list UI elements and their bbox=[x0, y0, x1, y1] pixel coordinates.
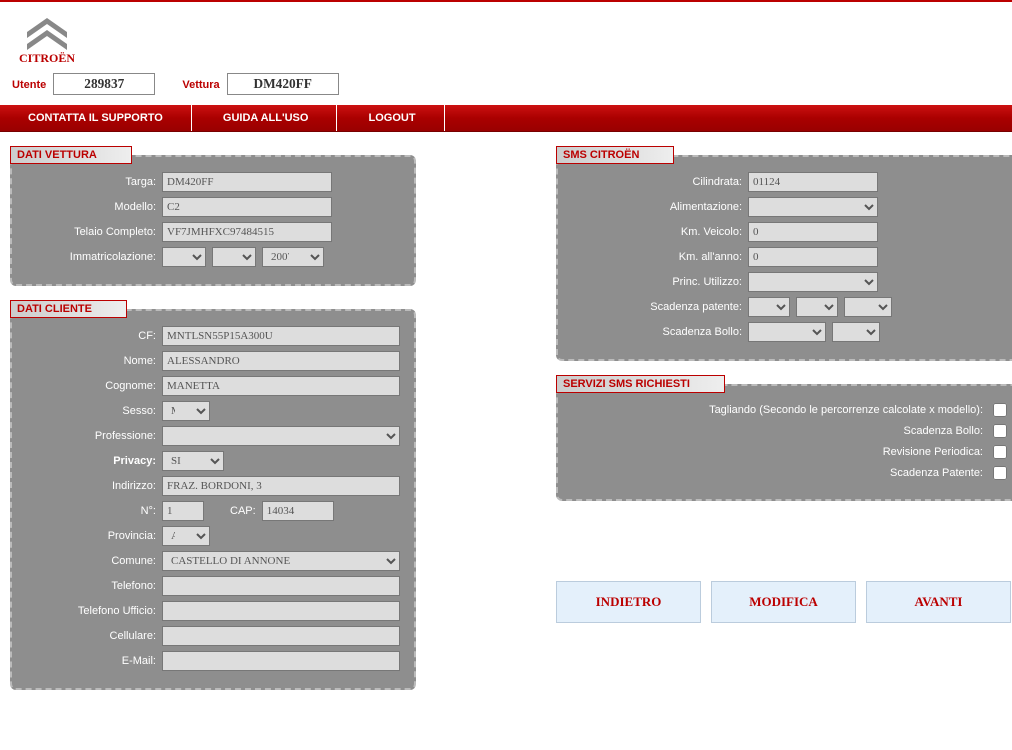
indietro-button[interactable]: INDIETRO bbox=[556, 581, 701, 623]
alim-select[interactable] bbox=[748, 197, 878, 217]
patente-checkbox[interactable] bbox=[993, 466, 1007, 480]
kma-label: Km. all'anno: bbox=[572, 251, 742, 263]
ind-label: Indirizzo: bbox=[26, 480, 156, 492]
telaio-label: Telaio Completo: bbox=[26, 226, 156, 238]
comune-select[interactable]: CASTELLO DI ANNONE bbox=[162, 551, 400, 571]
main-nav: CONTATTA IL SUPPORTO GUIDA ALL'USO LOGOU… bbox=[0, 105, 1012, 132]
nav-guida[interactable]: GUIDA ALL'USO bbox=[195, 105, 338, 131]
privacy-label: Privacy: bbox=[26, 455, 156, 467]
imma-month-select[interactable]: 11 bbox=[212, 247, 256, 267]
n-input[interactable] bbox=[162, 501, 204, 521]
patente-month-select[interactable] bbox=[796, 297, 838, 317]
n-label: N°: bbox=[26, 505, 156, 517]
sesso-label: Sesso: bbox=[26, 405, 156, 417]
cf-label: CF: bbox=[26, 330, 156, 342]
tagliando-label: Tagliando (Secondo le percorrenze calcol… bbox=[709, 404, 983, 416]
sesso-select[interactable]: M bbox=[162, 401, 210, 421]
tel-label: Telefono: bbox=[26, 580, 156, 592]
utente-field[interactable] bbox=[53, 73, 155, 95]
bollo-year-select[interactable] bbox=[832, 322, 880, 342]
targa-input[interactable] bbox=[162, 172, 332, 192]
bollo-label: Scadenza Bollo: bbox=[572, 326, 742, 338]
patente-chk-label: Scadenza Patente: bbox=[890, 467, 983, 479]
nome-label: Nome: bbox=[26, 355, 156, 367]
bollo-month-select[interactable] bbox=[748, 322, 826, 342]
vettura-field[interactable] bbox=[227, 73, 339, 95]
patente-year-select[interactable] bbox=[844, 297, 892, 317]
imma-label: Immatricolazione: bbox=[26, 251, 156, 263]
kma-input[interactable] bbox=[748, 247, 878, 267]
patente-day-select[interactable] bbox=[748, 297, 790, 317]
svg-text:CITROËN: CITROËN bbox=[19, 51, 75, 64]
tagliando-checkbox[interactable] bbox=[993, 403, 1007, 417]
util-select[interactable] bbox=[748, 272, 878, 292]
revisione-checkbox[interactable] bbox=[993, 445, 1007, 459]
utente-label: Utente bbox=[12, 79, 46, 91]
cognome-label: Cognome: bbox=[26, 380, 156, 392]
prof-label: Professione: bbox=[26, 430, 156, 442]
cognome-input[interactable] bbox=[162, 376, 400, 396]
modifica-button[interactable]: MODIFICA bbox=[711, 581, 856, 623]
privacy-select[interactable]: SI bbox=[162, 451, 224, 471]
prov-select[interactable]: AT bbox=[162, 526, 210, 546]
kmv-input[interactable] bbox=[748, 222, 878, 242]
email-label: E-Mail: bbox=[26, 655, 156, 667]
section-title-sms: SMS CITROËN bbox=[556, 146, 674, 164]
email-input[interactable] bbox=[162, 651, 400, 671]
kmv-label: Km. Veicolo: bbox=[572, 226, 742, 238]
cil-label: Cilindrata: bbox=[572, 176, 742, 188]
section-title-cliente: DATI CLIENTE bbox=[10, 300, 127, 318]
patente-label: Scadenza patente: bbox=[572, 301, 742, 313]
cap-input[interactable] bbox=[262, 501, 334, 521]
nav-logout[interactable]: LOGOUT bbox=[341, 105, 445, 131]
panel-servizi: Tagliando (Secondo le percorrenze calcol… bbox=[556, 384, 1012, 501]
imma-year-select[interactable]: 2007 bbox=[262, 247, 324, 267]
panel-vettura: Targa: Modello: Telaio Completo: Immatri… bbox=[10, 155, 416, 286]
bollo-checkbox[interactable] bbox=[993, 424, 1007, 438]
ind-input[interactable] bbox=[162, 476, 400, 496]
bollo-chk-label: Scadenza Bollo: bbox=[904, 425, 984, 437]
cf-input[interactable] bbox=[162, 326, 400, 346]
panel-sms: Cilindrata: Alimentazione: Km. Veicolo: … bbox=[556, 155, 1012, 361]
telaio-input[interactable] bbox=[162, 222, 332, 242]
telu-input[interactable] bbox=[162, 601, 400, 621]
imma-day-select[interactable]: 29 bbox=[162, 247, 206, 267]
revisione-label: Revisione Periodica: bbox=[883, 446, 983, 458]
nome-input[interactable] bbox=[162, 351, 400, 371]
avanti-button[interactable]: AVANTI bbox=[866, 581, 1011, 623]
section-title-vettura: DATI VETTURA bbox=[10, 146, 132, 164]
vettura-label: Vettura bbox=[182, 79, 219, 91]
cell-input[interactable] bbox=[162, 626, 400, 646]
modello-input[interactable] bbox=[162, 197, 332, 217]
panel-cliente: CF: Nome: Cognome: Sesso:M Professione: … bbox=[10, 309, 416, 690]
cil-input[interactable] bbox=[748, 172, 878, 192]
section-title-servizi: SERVIZI SMS RICHIESTI bbox=[556, 375, 725, 393]
alim-label: Alimentazione: bbox=[572, 201, 742, 213]
nav-contatta[interactable]: CONTATTA IL SUPPORTO bbox=[0, 105, 192, 131]
modello-label: Modello: bbox=[26, 201, 156, 213]
prov-label: Provincia: bbox=[26, 530, 156, 542]
comune-label: Comune: bbox=[26, 555, 156, 567]
citroen-logo: CITROËN bbox=[12, 8, 82, 67]
prof-select[interactable] bbox=[162, 426, 400, 446]
telu-label: Telefono Ufficio: bbox=[26, 605, 156, 617]
targa-label: Targa: bbox=[26, 176, 156, 188]
util-label: Princ. Utilizzo: bbox=[572, 276, 742, 288]
cell-label: Cellulare: bbox=[26, 630, 156, 642]
cap-label: CAP: bbox=[230, 505, 256, 517]
tel-input[interactable] bbox=[162, 576, 400, 596]
